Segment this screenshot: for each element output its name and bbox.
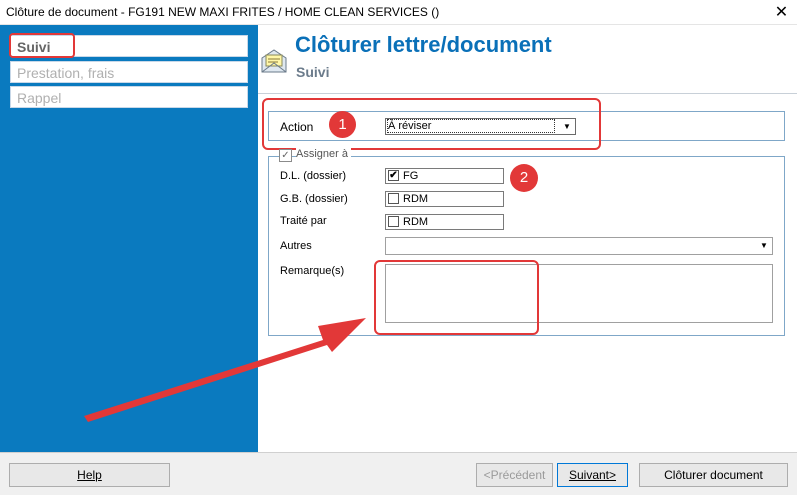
gb-checkbox[interactable] (388, 193, 399, 204)
next-button[interactable]: Suivant> (557, 463, 628, 487)
remarques-label: Remarque(s) (280, 265, 345, 277)
annotation-badge-2: 2 (510, 164, 538, 192)
close-icon[interactable]: ✕ (766, 0, 797, 25)
traite-par-checkbox[interactable] (388, 216, 399, 227)
assign-label: Assigner à (296, 148, 351, 160)
chevron-down-icon[interactable]: ▼ (758, 239, 770, 252)
close-document-button[interactable]: Clôturer document (639, 463, 788, 487)
dl-label: D.L. (dossier) (280, 170, 347, 182)
annotation-badge-1: 1 (329, 111, 356, 138)
page-title: Clôturer lettre/document (295, 32, 552, 57)
sidebar-item-prestation[interactable]: Prestation, frais (10, 61, 248, 83)
dl-value: FG (403, 170, 419, 182)
autres-label: Autres (280, 240, 312, 252)
annotation-highlight-action (262, 98, 601, 150)
help-button[interactable]: Help (9, 463, 170, 487)
assign-checkbox[interactable]: ✓ (279, 149, 292, 162)
document-icon (261, 49, 287, 73)
sidebar-item-rappel[interactable]: Rappel (10, 86, 248, 108)
annotation-highlight-remarques (374, 260, 539, 335)
previous-button[interactable]: <Précédent (476, 463, 553, 487)
annotation-highlight-suivi (9, 33, 75, 58)
traite-par-label: Traité par (280, 215, 327, 227)
gb-value: RDM (403, 193, 429, 205)
window-title: Clôture de document - FG191 NEW MAXI FRI… (6, 5, 440, 19)
traite-par-value: RDM (403, 216, 429, 228)
page-subtitle: Suivi (296, 64, 330, 80)
next-button-label: Suivant> (568, 468, 617, 482)
dl-checkbox[interactable]: ✔ (388, 170, 399, 181)
gb-label: G.B. (dossier) (280, 193, 348, 205)
help-button-label: Help (77, 468, 102, 482)
header-divider (258, 93, 797, 94)
autres-dropdown[interactable] (385, 237, 773, 255)
